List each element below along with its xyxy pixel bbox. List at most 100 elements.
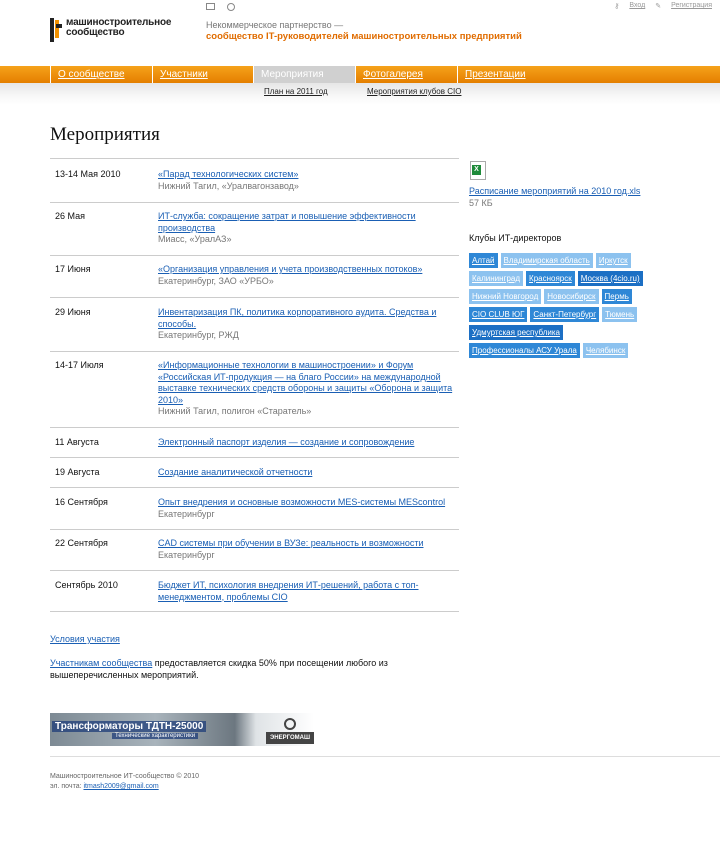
site-logo[interactable]: машиностроительное сообщество <box>50 18 171 42</box>
event-row: 16 Сентября Опыт внедрения и основные во… <box>50 488 459 530</box>
club-tag[interactable]: Нижний Новгород <box>469 289 542 304</box>
key-icon: ⚷ <box>614 3 620 10</box>
club-tag[interactable]: Профессионалы АСУ Урала <box>469 343 580 358</box>
nav-item-label[interactable]: Презентации <box>465 69 526 80</box>
discount-note: Участникам сообщества предоставляется ск… <box>50 657 390 681</box>
subnav-bar <box>0 83 720 105</box>
club-tag[interactable]: Пермь <box>601 289 632 304</box>
logo-text: машиностроительное сообщество <box>66 18 171 38</box>
event-date: 22 Сентября <box>55 538 108 548</box>
club-tag[interactable]: Владимирская область <box>500 253 593 268</box>
clubs-tag-cloud: Алтай Владимирская область Иркутск Калин… <box>469 253 649 358</box>
club-tag[interactable]: Калининград <box>469 271 524 286</box>
event-place: Нижний Тагил, полигон «Старатель» <box>158 406 312 416</box>
xls-file-icon[interactable]: X <box>470 161 486 180</box>
nav-item-label[interactable]: Фотогалерея <box>363 69 423 80</box>
event-title-link[interactable]: ИТ-служба: сокращение затрат и повышение… <box>158 211 416 233</box>
nav-item-label[interactable]: Участники <box>160 69 208 80</box>
brand-logo-icon <box>284 718 296 730</box>
event-row: 11 Августа Электронный паспорт изделия —… <box>50 428 459 458</box>
site-tagline: Некоммерческое партнерство — сообщество … <box>206 20 522 42</box>
search-icon[interactable] <box>227 3 235 11</box>
club-tag[interactable]: Тюмень <box>602 307 638 322</box>
event-body: Бюджет ИТ, психология внедрения ИТ-решен… <box>158 580 458 611</box>
event-date: Сентябрь 2010 <box>55 580 118 590</box>
nav-item-gallery[interactable]: Фотогалерея <box>355 66 457 83</box>
event-row: 17 Июня «Организация управления и учета … <box>50 256 459 298</box>
main-nav: О сообществе Участники Мероприятия Фотог… <box>50 66 559 83</box>
event-date: 16 Сентября <box>55 497 108 507</box>
event-body: Создание аналитической отчетности <box>158 467 458 487</box>
event-title-link[interactable]: CAD системы при обучении в ВУЗе: реально… <box>158 538 423 548</box>
ad-banner[interactable]: Трансформаторы ТДТН-25000 Технические ха… <box>50 713 314 746</box>
events-table: 13-14 Мая 2010 «Парад технологических си… <box>50 158 459 612</box>
event-date: 29 Июня <box>55 307 91 317</box>
event-body: Опыт внедрения и основные возможности ME… <box>158 497 458 529</box>
club-tag[interactable]: Санкт-Петербург <box>530 307 600 322</box>
nav-item-about[interactable]: О сообществе <box>50 66 152 83</box>
club-tag[interactable]: Удмуртская республика <box>469 325 563 340</box>
conditions-link[interactable]: Условия участия <box>50 634 120 644</box>
event-title-link[interactable]: «Парад технологических систем» <box>158 169 298 179</box>
subnav-plan-2011[interactable]: План на 2011 год <box>264 87 328 96</box>
club-tag[interactable]: Челябинск <box>582 343 629 358</box>
event-title-link[interactable]: Опыт внедрения и основные возможности ME… <box>158 497 445 507</box>
schedule-file-link[interactable]: Расписание мероприятий на 2010 год.xls <box>469 186 640 196</box>
event-date: 17 Июня <box>55 264 91 274</box>
club-tag[interactable]: Алтай <box>469 253 498 268</box>
club-tag[interactable]: Москва (4cio.ru) <box>577 271 643 286</box>
subnav-cio-club-events[interactable]: Мероприятия клубов CIO <box>367 87 461 96</box>
mail-icon[interactable] <box>206 3 215 10</box>
event-row: 22 Сентября CAD системы при обучении в В… <box>50 530 459 571</box>
event-title-link[interactable]: Инвентаризация ПК, политика корпоративно… <box>158 307 436 329</box>
event-title-link[interactable]: Бюджет ИТ, психология внедрения ИТ-решен… <box>158 580 419 602</box>
event-row: Сентябрь 2010 Бюджет ИТ, психология внед… <box>50 571 459 612</box>
event-body: «Информационные технологии в машинострое… <box>158 360 458 427</box>
event-body: ИТ-служба: сокращение затрат и повышение… <box>158 211 458 255</box>
members-link[interactable]: Участникам сообщества <box>50 658 152 668</box>
club-tag[interactable]: Красноярск <box>526 271 575 286</box>
event-date: 13-14 Мая 2010 <box>55 169 121 179</box>
event-body: «Парад технологических систем» Нижний Та… <box>158 169 458 202</box>
clubs-title: Клубы ИТ-директоров <box>469 233 562 243</box>
event-row: 14-17 Июля «Информационные технологии в … <box>50 352 459 428</box>
nav-item-members[interactable]: Участники <box>152 66 253 83</box>
club-tag[interactable]: Новосибирск <box>544 289 599 304</box>
event-date: 19 Августа <box>55 467 100 477</box>
page-title: Мероприятия <box>50 124 160 145</box>
nav-item-events[interactable]: Мероприятия <box>253 66 355 83</box>
event-place: Екатеринбург, РЖД <box>158 330 239 340</box>
tagline-line-1: Некоммерческое партнерство — <box>206 20 344 30</box>
event-place: Екатеринбург <box>158 549 215 560</box>
event-place: Екатеринбург, ЗАО «УРБО» <box>158 275 274 286</box>
banner-title: Трансформаторы ТДТН-25000 <box>52 721 207 732</box>
event-title-link[interactable]: Электронный паспорт изделия — создание и… <box>158 437 414 447</box>
event-title-link[interactable]: «Организация управления и учета производ… <box>158 264 422 274</box>
nav-item-label[interactable]: О сообществе <box>58 69 125 80</box>
event-title-link[interactable]: Создание аналитической отчетности <box>158 467 312 477</box>
event-row: 19 Августа Создание аналитической отчетн… <box>50 458 459 488</box>
header-tools <box>206 3 235 11</box>
nav-item-label: Мероприятия <box>261 69 324 80</box>
club-tag[interactable]: CIO CLUB ЮГ <box>469 307 528 322</box>
nav-item-presentations[interactable]: Презентации <box>457 66 559 83</box>
register-link[interactable]: Регистрация <box>671 2 712 10</box>
banner-brand: ЭНЕРГОМАШ <box>266 732 314 744</box>
pencil-icon: ✎ <box>655 3 662 10</box>
footer-email-row: эл. почта: itmash2009@gmail.com <box>50 782 199 792</box>
footer-email-link[interactable]: itmash2009@gmail.com <box>83 783 158 790</box>
file-size: 57 КБ <box>469 198 493 208</box>
event-row: 29 Июня Инвентаризация ПК, политика корп… <box>50 298 459 352</box>
event-place: Нижний Тагил, «Уралвагонзавод» <box>158 180 299 191</box>
event-body: Электронный паспорт изделия — создание и… <box>158 437 458 457</box>
event-date: 14-17 Июля <box>55 360 104 370</box>
login-link[interactable]: Вход <box>629 2 645 10</box>
club-tag[interactable]: Иркутск <box>595 253 631 268</box>
event-place: Миасс, «УралАЗ» <box>158 234 232 244</box>
site-header: машиностроительное сообщество ⚷ Вход ✎ Р… <box>0 0 720 66</box>
event-row: 26 Мая ИТ-служба: сокращение затрат и по… <box>50 203 459 256</box>
event-title-link[interactable]: «Информационные технологии в машинострое… <box>158 360 452 405</box>
auth-links: ⚷ Вход ✎ Регистрация <box>614 2 712 10</box>
event-date: 11 Августа <box>55 437 99 447</box>
event-place: Екатеринбург <box>158 508 215 519</box>
